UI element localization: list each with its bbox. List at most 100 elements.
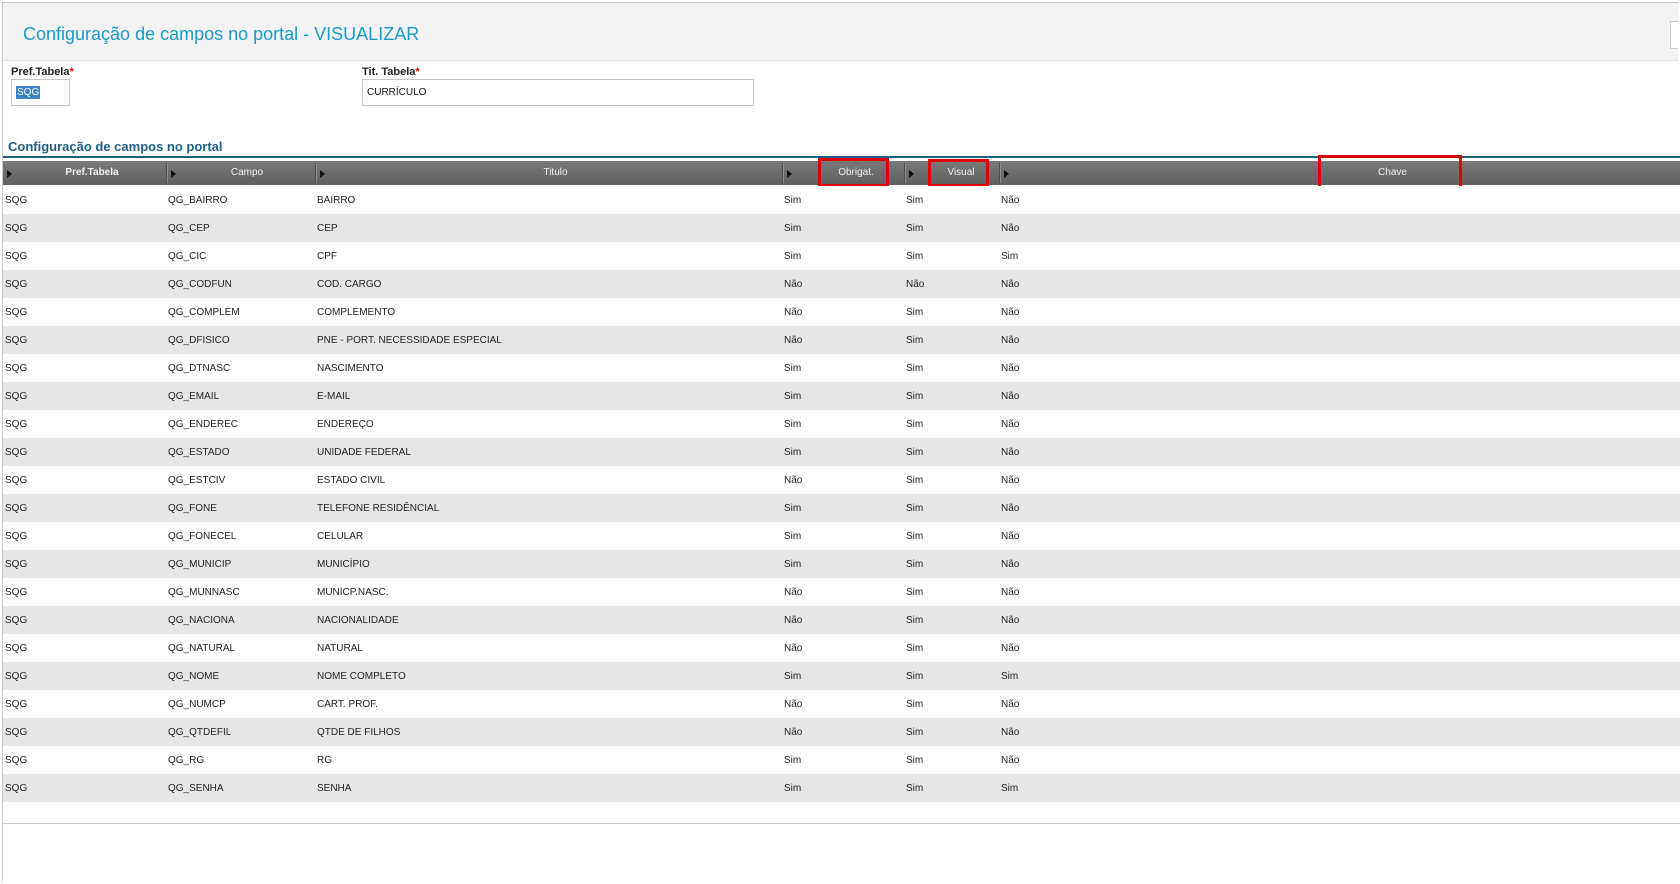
chave-cell: Não [1001,587,1020,598]
obrigat-cell: Não [784,615,803,626]
table-row[interactable]: SQG QG_NACIONA NACIONALIDADE Não Sim Não [3,606,1680,634]
pref-tabela-cell: SQG [5,335,28,346]
pref-tabela-input[interactable]: SQG [11,79,70,106]
chave-cell: Não [1001,307,1020,318]
campo-cell: QG_CEP [168,223,210,234]
table-row[interactable]: SQG QG_CEP CEP Sim Sim Não [3,214,1680,242]
visual-cell: Sim [906,447,924,458]
table-row[interactable]: SQG QG_FONE TELEFONE RESIDÊNCIAL Sim Sim Não [3,494,1680,522]
table-row[interactable]: SQG QG_CODFUN COD. CARGO Não Não Não [3,270,1680,298]
titulo-cell: PNE - PORT. NECESSIDADE ESPECIAL [317,335,502,346]
campo-cell: QG_COMPLEM [168,307,240,318]
tit-tabela-input[interactable]: CURRÍCULO [362,79,754,106]
titulo-cell: BAIRRO [317,195,356,206]
table-row[interactable]: SQG QG_MUNICIP MUNICÍPIO Sim Sim Não [3,550,1680,578]
grid-bottom-border [3,823,1680,824]
titulo-cell: CEP [317,223,338,234]
obrigat-cell: Não [784,643,803,654]
pref-tabela-label-text: Pref.Tabela [11,66,70,78]
table-row[interactable]: SQG QG_COMPLEM COMPLEMENTO Não Sim Não [3,298,1680,326]
campo-cell: QG_DTNASC [168,363,231,374]
table-row[interactable]: SQG QG_DTNASC NASCIMENTO Sim Sim Não [3,354,1680,382]
obrigat-cell: Sim [784,363,802,374]
column-menu-arrow-icon[interactable] [7,170,12,178]
obrigat-cell: Não [784,475,803,486]
highlight-box-chave [1318,155,1462,189]
grid-body: SQG QG_BAIRRO BAIRRO Sim Sim Não SQG QG_CEP CEP S… [3,186,1680,802]
titulo-cell: CART. PROF. [317,699,378,710]
titulo-cell: NACIONALIDADE [317,615,399,626]
tit-tabela-label-text: Tit. Tabela [362,66,416,78]
pref-tabela-cell: SQG [5,251,28,262]
visual-cell: Não [906,279,925,290]
table-row[interactable]: SQG QG_EMAIL E-MAIL Sim Sim Não [3,382,1680,410]
column-menu-arrow-icon[interactable] [909,170,914,178]
titulo-cell: ENDEREÇO [317,419,374,430]
campo-cell: QG_EMAIL [168,391,220,402]
table-row[interactable]: SQG QG_CIC CPF Sim Sim Sim [3,242,1680,270]
titulo-cell: CPF [317,251,337,262]
campo-cell: QG_FONECEL [168,531,237,542]
column-menu-arrow-icon[interactable] [171,170,176,178]
campo-cell: QG_QTDEFIL [168,727,232,738]
table-row[interactable]: SQG QG_FONECEL CELULAR Sim Sim Não [3,522,1680,550]
column-header-pref-tabela[interactable]: Pref.Tabela [17,161,167,185]
titulo-cell: UNIDADE FEDERAL [317,447,411,458]
chave-cell: Não [1001,475,1020,486]
titulo-cell: NASCIMENTO [317,363,384,374]
visual-cell: Sim [906,363,924,374]
table-row[interactable]: SQG QG_ESTCIV ESTADO CIVIL Não Sim Não [3,466,1680,494]
campo-cell: QG_NUMCP [168,699,226,710]
highlight-box-obrigat [818,158,889,187]
tit-tabela-value: CURRÍCULO [367,87,427,98]
visual-cell: Sim [906,223,924,234]
campo-cell: QG_NATURAL [168,643,236,654]
pref-tabela-cell: SQG [5,615,28,626]
chave-cell: Não [1001,279,1020,290]
table-row[interactable]: SQG QG_NUMCP CART. PROF. Não Sim Não [3,690,1680,718]
table-row[interactable]: SQG QG_NATURAL NATURAL Não Sim Não [3,634,1680,662]
obrigat-cell: Sim [784,783,802,794]
table-row[interactable]: SQG QG_QTDEFIL QTDE DE FILHOS Não Sim Não [3,718,1680,746]
campo-cell: QG_DFISICO [168,335,230,346]
table-row[interactable]: SQG QG_RG RG Sim Sim Não [3,746,1680,774]
obrigat-cell: Sim [784,391,802,402]
chave-cell: Não [1001,363,1020,374]
pref-tabela-cell: SQG [5,755,28,766]
obrigat-cell: Sim [784,531,802,542]
obrigat-cell: Não [784,587,803,598]
table-row[interactable]: SQG QG_MUNNASC MUNICP.NASC. Não Sim Não [3,578,1680,606]
titulo-cell: QTDE DE FILHOS [317,727,401,738]
obrigat-cell: Sim [784,755,802,766]
titulo-cell: TELEFONE RESIDÊNCIAL [317,503,440,514]
table-row[interactable]: SQG QG_BAIRRO BAIRRO Sim Sim Não [3,186,1680,214]
column-menu-arrow-icon[interactable] [787,170,792,178]
campo-cell: QG_RG [168,755,205,766]
column-separator [999,163,1001,183]
table-row[interactable]: SQG QG_ESTADO UNIDADE FEDERAL Sim Sim Não [3,438,1680,466]
table-row[interactable]: SQG QG_NOME NOME COMPLETO Sim Sim Sim [3,662,1680,690]
page-header: Configuração de campos no portal - VISUA… [3,3,1678,61]
obrigat-cell: Sim [784,559,802,570]
campo-cell: QG_FONE [168,503,217,514]
column-separator [315,163,317,183]
visual-cell: Sim [906,503,924,514]
table-row[interactable]: SQG QG_SENHA SENHA Sim Sim Sim [3,774,1680,802]
chave-cell: Não [1001,419,1020,430]
pref-tabela-cell: SQG [5,587,28,598]
visual-cell: Sim [906,251,924,262]
column-header-titulo[interactable]: Titulo [328,161,783,185]
column-menu-arrow-icon[interactable] [1004,170,1009,178]
header-side-control[interactable] [1670,21,1678,49]
chave-cell: Não [1001,727,1020,738]
pref-tabela-label: Pref.Tabela* [11,66,74,78]
pref-tabela-cell: SQG [5,643,28,654]
table-row[interactable]: SQG QG_ENDEREC ENDEREÇO Sim Sim Não [3,410,1680,438]
obrigat-cell: Não [784,279,803,290]
titulo-cell: MUNICP.NASC. [317,587,389,598]
column-menu-arrow-icon[interactable] [320,170,325,178]
visual-cell: Sim [906,559,924,570]
column-header-campo[interactable]: Campo [179,161,315,185]
pref-tabela-cell: SQG [5,223,28,234]
table-row[interactable]: SQG QG_DFISICO PNE - PORT. NECESSIDADE ESP… [3,326,1680,354]
